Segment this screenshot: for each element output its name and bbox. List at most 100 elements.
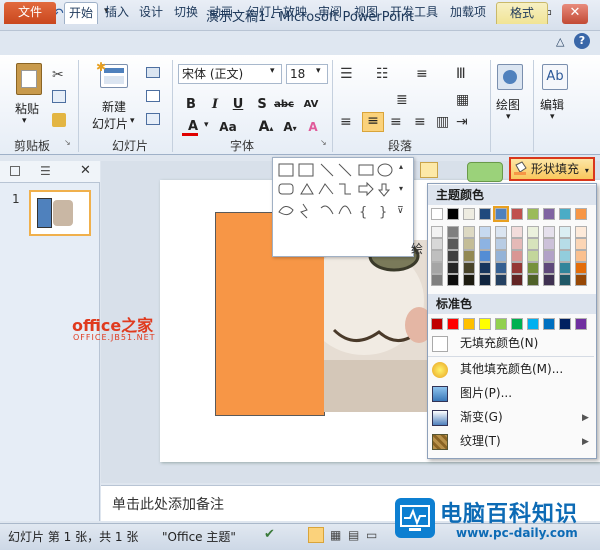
close-pane-icon[interactable]: ✕ (80, 163, 91, 178)
color-swatch[interactable] (527, 250, 539, 262)
section-icon[interactable] (146, 113, 160, 125)
tab-format[interactable]: 格式 (496, 2, 548, 24)
font-name-combo[interactable]: 宋体 (正文) (178, 64, 282, 84)
color-swatch[interactable] (447, 238, 459, 250)
format-painter-icon[interactable] (52, 113, 66, 127)
arrange-icon[interactable] (420, 162, 438, 178)
gallery-more-icon[interactable]: ⊽ (397, 206, 404, 216)
shrink-font-icon[interactable]: A▾ (280, 118, 300, 136)
color-swatch[interactable] (493, 206, 509, 222)
font-size-combo[interactable]: 18 (286, 64, 328, 84)
color-swatch[interactable] (511, 238, 523, 250)
bullets-icon[interactable]: ☰ (340, 66, 353, 82)
color-swatch[interactable] (447, 208, 459, 220)
new-slide-label-2[interactable]: 幻灯片 (92, 115, 128, 132)
tab-review[interactable]: 审阅 (314, 2, 346, 24)
text-direction-icon[interactable]: Ⅲ (456, 66, 466, 82)
color-swatch[interactable] (543, 250, 555, 262)
editing-button-label[interactable]: 编辑 (540, 96, 564, 113)
color-swatch[interactable] (511, 250, 523, 262)
new-slide-dropdown-icon[interactable]: ▾ (130, 116, 135, 126)
tab-home[interactable]: 开始 (64, 2, 99, 24)
grow-font-icon[interactable]: A▴ (256, 118, 276, 136)
copy-icon[interactable] (52, 90, 66, 103)
color-swatch[interactable] (479, 262, 491, 274)
color-swatch[interactable] (463, 238, 475, 250)
color-swatch[interactable] (463, 274, 475, 286)
align-right-icon[interactable]: ≡ (390, 114, 402, 130)
color-swatch[interactable] (431, 318, 443, 330)
bold-icon[interactable]: B (182, 96, 200, 114)
numbering-icon[interactable]: ☷ (376, 66, 389, 82)
drawing-icon[interactable] (497, 64, 523, 90)
cut-icon[interactable]: ✂ (52, 67, 64, 83)
clear-formatting-icon[interactable]: A (304, 118, 322, 136)
color-swatch[interactable] (543, 262, 555, 274)
color-swatch[interactable] (527, 226, 539, 238)
color-swatch[interactable] (543, 318, 555, 330)
picture-fill-item[interactable]: 图片(P)... (430, 382, 594, 404)
outline-tab-icon[interactable]: ☰ (40, 164, 51, 178)
tab-animations[interactable]: 动画 (205, 2, 237, 24)
color-swatch[interactable] (431, 262, 443, 274)
color-swatch[interactable] (495, 250, 507, 262)
tab-slideshow[interactable]: 幻灯片放映 (243, 2, 311, 24)
spellcheck-icon[interactable]: ✔ (264, 527, 275, 542)
paste-dropdown-icon[interactable]: ▾ (22, 116, 27, 126)
color-swatch[interactable] (559, 226, 571, 238)
tab-design[interactable]: 设计 (135, 2, 167, 24)
tab-developer[interactable]: 开发工具 (386, 2, 442, 24)
new-slide-label-1[interactable]: 新建 (102, 98, 126, 115)
color-swatch[interactable] (575, 226, 587, 238)
font-size-dropdown-icon[interactable]: ▾ (316, 66, 321, 76)
color-swatch[interactable] (447, 318, 459, 330)
color-swatch[interactable] (495, 318, 507, 330)
color-swatch[interactable] (575, 262, 587, 274)
paste-icon[interactable] (16, 63, 42, 95)
color-swatch[interactable] (575, 318, 587, 330)
smartart-icon[interactable]: ▦ (456, 92, 469, 108)
color-swatch[interactable] (511, 208, 523, 220)
color-swatch[interactable] (511, 262, 523, 274)
find-icon[interactable]: Ab (542, 64, 568, 90)
no-fill-item[interactable]: 无填充颜色(N) (430, 332, 594, 354)
color-swatch[interactable] (495, 262, 507, 274)
drawing-button-label[interactable]: 绘图 (496, 96, 520, 113)
color-swatch[interactable] (559, 208, 571, 220)
color-swatch[interactable] (559, 250, 571, 262)
underline-icon[interactable]: U (229, 96, 247, 114)
color-swatch[interactable] (479, 208, 491, 220)
color-swatch[interactable] (495, 226, 507, 238)
color-swatch[interactable] (527, 262, 539, 274)
color-swatch[interactable] (527, 208, 539, 220)
color-swatch[interactable] (511, 318, 523, 330)
align-text-icon[interactable]: ≣ (396, 92, 408, 108)
color-swatch[interactable] (463, 318, 475, 330)
color-swatch[interactable] (463, 262, 475, 274)
color-swatch[interactable] (447, 274, 459, 286)
color-swatch[interactable] (495, 274, 507, 286)
line-spacing-icon[interactable]: ≡ (416, 66, 428, 82)
align-center-icon[interactable]: ≡ (362, 112, 384, 132)
color-swatch[interactable] (431, 274, 443, 286)
quick-styles-icon[interactable] (467, 162, 503, 182)
color-swatch[interactable] (479, 274, 491, 286)
color-swatch[interactable] (527, 274, 539, 286)
tab-file[interactable]: 文件 (4, 2, 56, 24)
color-swatch[interactable] (559, 262, 571, 274)
texture-fill-item[interactable]: 纹理(T) (430, 430, 594, 452)
gallery-scroll-up-icon[interactable]: ▴ (399, 162, 403, 171)
color-swatch[interactable] (479, 226, 491, 238)
color-swatch[interactable] (543, 226, 555, 238)
color-swatch[interactable] (575, 274, 587, 286)
color-swatch[interactable] (447, 226, 459, 238)
slideshow-view-icon[interactable]: ▭ (366, 528, 377, 542)
more-fill-colors-item[interactable]: 其他填充颜色(M)... (430, 358, 594, 380)
tab-addins[interactable]: 加载项 (446, 2, 490, 24)
italic-icon[interactable]: I (206, 96, 224, 114)
color-swatch[interactable] (575, 208, 587, 220)
color-swatch[interactable] (447, 250, 459, 262)
slide-sorter-view-icon[interactable]: ▦ (330, 528, 341, 542)
color-swatch[interactable] (559, 274, 571, 286)
color-swatch[interactable] (463, 226, 475, 238)
